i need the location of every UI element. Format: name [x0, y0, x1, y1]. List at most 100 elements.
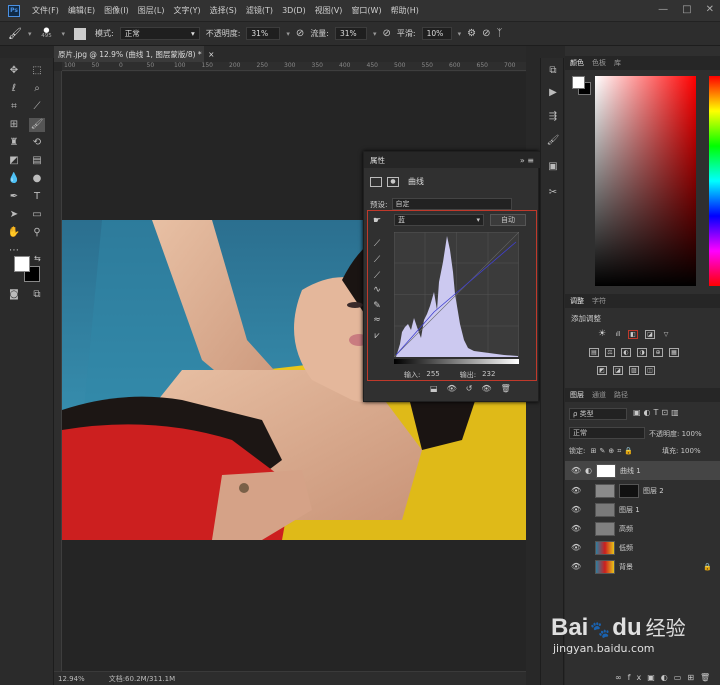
- tool-presets-icon[interactable]: ✂: [545, 186, 561, 200]
- flow-input[interactable]: 31%: [335, 27, 368, 40]
- white-point-eyedropper-icon[interactable]: ⟋: [370, 270, 384, 282]
- history-brush-tool-icon[interactable]: ⟲: [29, 136, 45, 150]
- menu-file[interactable]: 文件(F): [32, 5, 59, 16]
- curves-graph[interactable]: [394, 232, 519, 357]
- gray-point-eyedropper-icon[interactable]: ⟋: [370, 254, 384, 266]
- adjustments-panel-icon[interactable]: ⇶: [545, 110, 561, 124]
- document-tab[interactable]: 原片.jpg @ 12.9% (曲线 1, 图层蒙版/8) * ×: [54, 46, 214, 62]
- clip-to-layer-icon[interactable]: ⬓: [430, 384, 438, 393]
- layer-opacity-value[interactable]: 100%: [682, 430, 702, 438]
- pen-tool-icon[interactable]: ✒: [6, 190, 22, 204]
- black-point-eyedropper-icon[interactable]: ⟋: [370, 238, 384, 250]
- output-value[interactable]: 232: [482, 370, 495, 380]
- point-curve-icon[interactable]: ∿: [370, 284, 384, 296]
- menu-layer[interactable]: 图层(L): [138, 5, 165, 16]
- pressure-size-icon[interactable]: ⊘: [482, 28, 490, 39]
- visibility-eye-icon[interactable]: 👁: [571, 486, 581, 495]
- layer-filter-icons[interactable]: ▣◐T⊡▥: [633, 408, 682, 417]
- tab-adjustments[interactable]: 调整: [570, 296, 584, 306]
- chevron-down-icon[interactable]: ▾: [458, 30, 462, 38]
- chevron-down-icon[interactable]: ▾: [61, 30, 65, 38]
- hue-slider[interactable]: [709, 76, 720, 286]
- path-select-tool-icon[interactable]: ➤: [6, 208, 22, 222]
- clipping-warning-icon[interactable]: ⩗: [370, 330, 384, 342]
- menu-image[interactable]: 图像(I): [104, 5, 129, 16]
- color-panel-fg-swatch[interactable]: [572, 76, 585, 89]
- color-lookup-icon[interactable]: ▦: [669, 348, 679, 357]
- gradient-tool-icon[interactable]: ▤: [29, 154, 45, 168]
- tab-libraries[interactable]: 库: [614, 58, 621, 68]
- tab-paths[interactable]: 路径: [614, 390, 628, 400]
- tab-channels[interactable]: 通道: [592, 390, 606, 400]
- opacity-input[interactable]: 31%: [246, 27, 281, 40]
- posterize-icon[interactable]: ◪: [613, 366, 623, 375]
- pencil-curve-icon[interactable]: ✎: [370, 300, 384, 312]
- layer-thumbnail[interactable]: [595, 540, 615, 555]
- brush-preset-picker[interactable]: ● 495: [37, 27, 55, 40]
- levels-icon[interactable]: ıll: [613, 330, 623, 339]
- lasso-tool-icon[interactable]: ℓ: [6, 82, 22, 96]
- layer-thumbnail[interactable]: [595, 521, 615, 536]
- menu-view[interactable]: 视图(V): [315, 5, 343, 16]
- swap-colors-icon[interactable]: ⇆: [34, 254, 41, 263]
- photo-filter-icon[interactable]: ◑: [637, 348, 647, 357]
- layer-row-layer1[interactable]: 👁 图层 1: [565, 500, 720, 519]
- curves-icon[interactable]: ◧: [628, 330, 638, 339]
- foreground-color-swatch[interactable]: [14, 256, 30, 272]
- tab-color[interactable]: 颜色: [570, 58, 584, 68]
- visibility-eye-icon[interactable]: 👁: [571, 562, 581, 571]
- chevron-down-icon[interactable]: ▾: [373, 30, 377, 38]
- layer-row-background[interactable]: 👁 背景 🔒: [565, 557, 720, 576]
- visibility-eye-icon[interactable]: 👁: [571, 466, 581, 475]
- quick-mask-icon[interactable]: ◙: [6, 288, 22, 302]
- menu-filter[interactable]: 滤镜(T): [246, 5, 273, 16]
- layer-row-layer2[interactable]: 👁 图层 2: [565, 481, 720, 500]
- exposure-icon[interactable]: ◪: [645, 330, 655, 339]
- actions-panel-icon[interactable]: ▶: [545, 86, 561, 100]
- menu-help[interactable]: 帮助(H): [391, 5, 419, 16]
- zoom-level[interactable]: 12.94%: [58, 675, 85, 683]
- layers-footer-icons[interactable]: ∞fx▣◐▭⊞🗑: [615, 673, 716, 682]
- chevron-down-icon[interactable]: ▾: [286, 30, 290, 38]
- quick-select-tool-icon[interactable]: ⌕: [29, 82, 45, 96]
- layer-kind-filter[interactable]: ρ 类型: [569, 408, 627, 420]
- tab-character[interactable]: 字符: [592, 296, 606, 306]
- color-balance-icon[interactable]: ⚖: [605, 348, 615, 357]
- layer-row-curves[interactable]: 👁 ◐ 曲线 1: [565, 461, 720, 480]
- menu-window[interactable]: 窗口(W): [351, 5, 381, 16]
- layer-thumbnail[interactable]: [595, 483, 615, 498]
- layer-row-high-freq[interactable]: 👁 高频: [565, 519, 720, 538]
- close-button[interactable]: ✕: [706, 4, 714, 15]
- document-size-info[interactable]: 文档:60.2M/311.1M: [109, 674, 175, 684]
- brightness-contrast-icon[interactable]: ☀: [597, 330, 607, 339]
- preset-select[interactable]: 自定: [391, 198, 512, 210]
- layer-mask-thumbnail[interactable]: [619, 483, 639, 498]
- zoom-tool-icon[interactable]: ⚲: [29, 226, 45, 240]
- brush-panel-toggle-icon[interactable]: [74, 27, 86, 40]
- properties-panel-icon[interactable]: ▣: [545, 160, 561, 174]
- reset-icon[interactable]: ↺: [466, 384, 473, 393]
- marquee-tool-icon[interactable]: ⬚: [29, 64, 45, 78]
- invert-icon[interactable]: ◩: [597, 366, 607, 375]
- gradient-map-icon[interactable]: ◫: [645, 366, 655, 375]
- menu-type[interactable]: 文字(Y): [173, 5, 200, 16]
- history-panel-icon[interactable]: ⧉: [545, 64, 561, 78]
- crop-tool-icon[interactable]: ⌗: [6, 100, 22, 114]
- visibility-eye-icon[interactable]: 👁: [571, 543, 581, 552]
- healing-brush-tool-icon[interactable]: ⊞: [6, 118, 22, 132]
- vibrance-icon[interactable]: ▽: [661, 330, 671, 339]
- symmetry-icon[interactable]: ᛉ: [497, 28, 503, 39]
- chevron-down-icon[interactable]: ▾: [28, 30, 32, 38]
- screen-mode-icon[interactable]: ⧉: [29, 288, 45, 302]
- threshold-icon[interactable]: ▨: [629, 366, 639, 375]
- lock-icons[interactable]: ⊞✎⊕⌗🔒: [591, 447, 636, 455]
- panel-menu-icon[interactable]: » ≡: [520, 156, 534, 165]
- visibility-eye-icon[interactable]: 👁: [571, 524, 581, 533]
- layer-row-low-freq[interactable]: 👁 低频: [565, 538, 720, 557]
- brush-tool-icon[interactable]: 🖌: [29, 118, 45, 132]
- channel-mixer-icon[interactable]: ⊕: [653, 348, 663, 357]
- blend-mode-select[interactable]: 正常: [569, 427, 645, 439]
- channel-select[interactable]: 蓝 ▾: [394, 214, 484, 226]
- type-tool-icon[interactable]: T: [29, 190, 45, 204]
- smoothing-input[interactable]: 10%: [421, 27, 452, 40]
